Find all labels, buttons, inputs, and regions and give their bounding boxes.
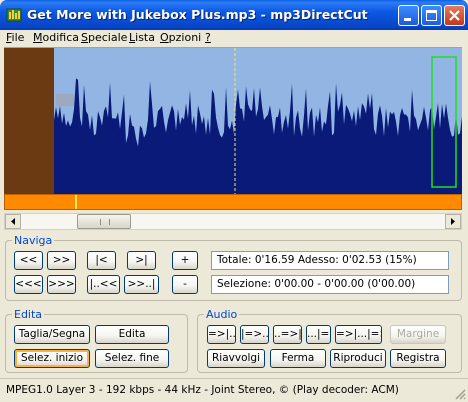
arrow-right-icon	[451, 218, 455, 225]
position-marker[interactable]	[75, 195, 77, 209]
edit-button[interactable]: Edita	[95, 325, 169, 344]
zoom-in-button[interactable]: +	[172, 251, 198, 270]
menu-lista[interactable]: Lista	[129, 31, 155, 44]
edita-title: Edita	[12, 308, 45, 321]
menu-speciale[interactable]: Speciale	[81, 31, 127, 44]
nav-end-button[interactable]: >|	[127, 251, 156, 270]
selection-region	[4, 48, 54, 194]
time-total-field: Totale: 0'16.59 Adesso: 0'02.53 (15%)	[211, 251, 449, 270]
play-to-end-button[interactable]: ..=>|	[273, 325, 302, 344]
select-end-button[interactable]: Selez. fine	[95, 349, 169, 368]
minimize-button[interactable]	[398, 5, 419, 26]
naviga-title: Naviga	[12, 234, 55, 247]
scroll-left-button[interactable]	[5, 214, 21, 229]
maximize-button[interactable]	[421, 5, 442, 26]
cut-button[interactable]: Taglia/Segna	[14, 325, 90, 344]
status-bar: MPEG1.0 Layer 3 - 192 kbps - 44 kHz - Jo…	[0, 378, 468, 402]
select-start-button[interactable]: Selez. inizio	[14, 349, 90, 368]
maximize-icon	[426, 10, 437, 21]
window-title: Get More with Jukebox Plus.mp3 - mp3Dire…	[27, 7, 368, 22]
rewind-button[interactable]: Riavvolgi	[207, 349, 265, 368]
record-button[interactable]: Registra	[390, 349, 446, 368]
nav-fast-back-button[interactable]: <<<	[14, 275, 43, 294]
play-around-cut-button[interactable]: =>|...|=>	[335, 325, 382, 344]
waveform-view[interactable]	[4, 47, 462, 194]
position-bar[interactable]	[4, 194, 462, 210]
zoom-out-button[interactable]: -	[172, 275, 198, 294]
scroll-thumb[interactable]	[77, 214, 131, 229]
menu-modifica[interactable]: Modifica	[33, 31, 79, 44]
close-button[interactable]	[444, 5, 465, 26]
audio-title: Audio	[204, 308, 240, 321]
menu-file[interactable]: File	[6, 31, 24, 44]
play-button[interactable]: Riproduci	[330, 349, 386, 368]
nav-cue-end-button[interactable]: >>..|	[124, 275, 159, 294]
close-icon	[449, 10, 460, 21]
nav-start-button[interactable]: |<	[87, 251, 116, 270]
title-bar: Get More with Jukebox Plus.mp3 - mp3Dire…	[0, 0, 468, 30]
cue-marker	[56, 94, 74, 106]
margins-button[interactable]: Margine	[390, 325, 446, 344]
minimize-icon	[404, 18, 411, 21]
play-to-cut-button[interactable]: =>|...	[207, 325, 236, 344]
play-from-end-button[interactable]: ...|=>	[306, 325, 331, 344]
play-from-cut-button[interactable]: |=>...	[240, 325, 269, 344]
arrow-left-icon	[11, 218, 15, 225]
scroll-right-button[interactable]	[445, 214, 461, 229]
nav-fast-forward-button[interactable]: >>>	[47, 275, 76, 294]
resize-grip-icon[interactable]	[454, 388, 466, 400]
waveform-shape	[54, 78, 462, 194]
menu-opzioni[interactable]: Opzioni	[160, 31, 201, 44]
selection-field: Selezione: 0'00.00 - 0'00.00 (0'00.00)	[211, 275, 449, 294]
status-text: MPEG1.0 Layer 3 - 192 kbps - 44 kHz - Jo…	[6, 384, 399, 396]
horizontal-scrollbar[interactable]	[4, 213, 462, 230]
waveform-graphic	[4, 48, 462, 194]
menu-help[interactable]: ?	[205, 31, 211, 44]
stop-button[interactable]: Ferma	[270, 349, 326, 368]
nav-forward-button[interactable]: >>	[47, 251, 76, 270]
nav-cue-start-button[interactable]: |..<<	[87, 275, 120, 294]
nav-back-button[interactable]: <<	[14, 251, 43, 270]
app-icon	[6, 8, 22, 22]
menu-bar: File Modifica Speciale Lista Opzioni ?	[0, 30, 468, 46]
